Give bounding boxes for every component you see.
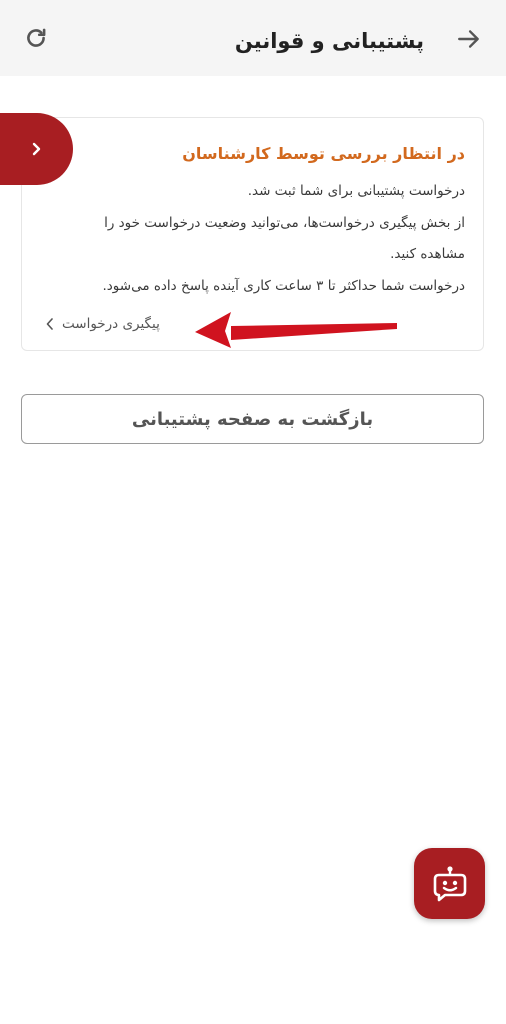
chevron-left-icon [46, 318, 53, 330]
chevron-right-icon [32, 142, 40, 156]
refresh-button[interactable] [20, 22, 52, 54]
return-to-support-button[interactable]: بازگشت به صفحه پشتیبانی [21, 394, 484, 444]
message-line: از بخش پیگیری درخواست‌ها، می‌توانید وضعی… [104, 214, 465, 231]
arrow-right-icon [458, 30, 479, 48]
track-request-link[interactable]: پیگیری درخواست [46, 316, 160, 332]
track-request-label: پیگیری درخواست [62, 316, 160, 332]
card-expand-button[interactable] [0, 113, 73, 185]
back-button[interactable] [454, 24, 484, 54]
top-bar: پشتیبانی و قوانین [0, 0, 506, 76]
message-line: مشاهده کنید. [390, 246, 465, 262]
chat-bot-icon [433, 865, 466, 901]
chat-bot-button[interactable] [414, 848, 485, 919]
message-line: درخواست پشتیبانی برای شما ثبت شد. [247, 183, 465, 199]
annotation-arrow [195, 312, 397, 348]
refresh-icon [27, 28, 46, 47]
status-title: در انتظار بررسی توسط کارشناسان [182, 144, 465, 163]
message-line: درخواست شما حداکثر تا ۳ ساعت کاری آینده … [102, 277, 465, 294]
status-message: درخواست پشتیبانی برای شما ثبت شد. از بخش… [40, 176, 465, 302]
page-title: پشتیبانی و قوانین [234, 29, 424, 53]
